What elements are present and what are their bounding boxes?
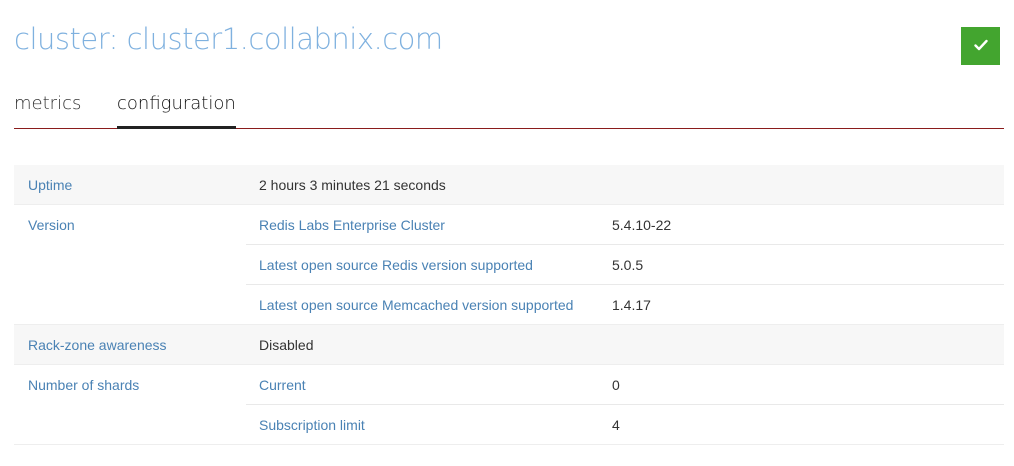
check-icon — [973, 39, 988, 54]
uptime-value: 2 hours 3 minutes 21 seconds — [259, 177, 446, 193]
rack-zone-label: Rack-zone awareness — [28, 337, 167, 353]
shards-current-label: Current — [259, 377, 306, 393]
row-shards-limit: Subscription limit 4 — [14, 405, 1004, 445]
shards-limit-value: 4 — [612, 417, 620, 433]
configuration-table: Uptime 2 hours 3 minutes 21 seconds Vers… — [14, 165, 1004, 445]
row-shards: Number of shards Current 0 — [14, 365, 1004, 405]
version-redis-label: Latest open source Redis version support… — [259, 257, 533, 273]
version-memcached-value: 1.4.17 — [612, 297, 651, 313]
version-label: Version — [28, 217, 75, 233]
version-rlec-label: Redis Labs Enterprise Cluster — [259, 217, 445, 233]
page-title: cluster: cluster1.collabnix.com — [14, 22, 443, 56]
cluster-config-page: cluster: cluster1.collabnix.com metrics … — [0, 0, 1014, 466]
cluster-status-button[interactable] — [961, 27, 1000, 65]
shards-current-value: 0 — [612, 377, 620, 393]
row-version-redis: Latest open source Redis version support… — [14, 245, 1004, 285]
uptime-label: Uptime — [28, 177, 73, 193]
version-memcached-label: Latest open source Memcached version sup… — [259, 297, 574, 313]
version-rlec-value: 5.4.10-22 — [612, 217, 672, 233]
tab-bar: metrics configuration — [14, 88, 1004, 129]
row-version-memcached: Latest open source Memcached version sup… — [14, 285, 1004, 325]
tab-metrics[interactable]: metrics — [14, 93, 81, 114]
tab-configuration[interactable]: configuration — [117, 93, 236, 129]
rack-zone-value: Disabled — [259, 337, 314, 353]
row-version: Version Redis Labs Enterprise Cluster 5.… — [14, 205, 1004, 245]
shards-limit-label: Subscription limit — [259, 417, 365, 433]
row-rack-zone: Rack-zone awareness Disabled — [14, 325, 1004, 365]
shards-label: Number of shards — [28, 377, 140, 393]
row-uptime: Uptime 2 hours 3 minutes 21 seconds — [14, 165, 1004, 205]
version-redis-value: 5.0.5 — [612, 257, 644, 273]
